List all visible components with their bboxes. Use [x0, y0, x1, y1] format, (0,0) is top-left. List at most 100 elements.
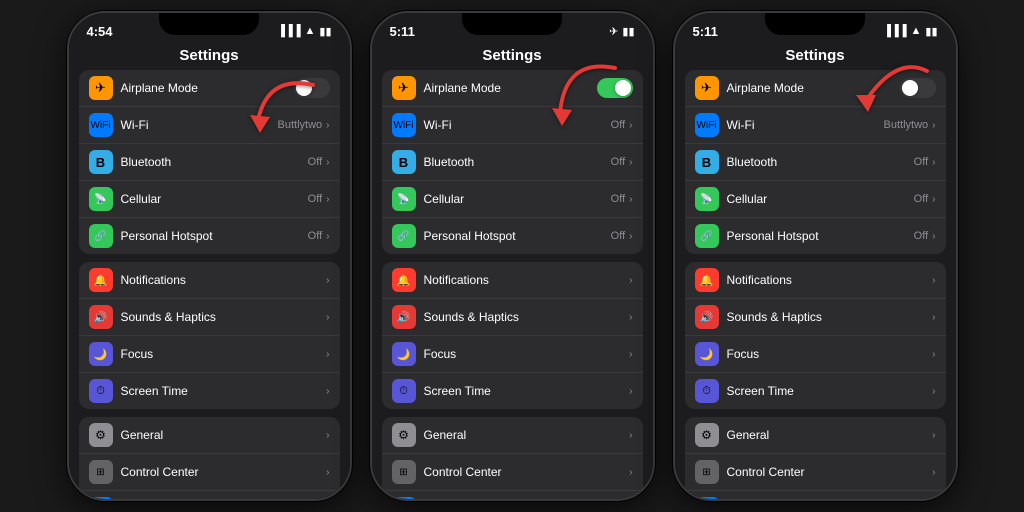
bluetooth-row-2[interactable]: B Bluetooth Off › — [382, 144, 643, 181]
phone-frame-2: 5:11 ✈ ▮▮ Settings ✈ Airplane Mode WiFi — [370, 11, 655, 501]
general-chevron-1: › — [326, 430, 329, 441]
notifications-icon-3: 🔔 — [695, 268, 719, 292]
general-row-2[interactable]: ⚙ General › — [382, 417, 643, 454]
controlcenter-row-1[interactable]: ⊞ Control Center › — [79, 454, 340, 491]
cellular-label-3: Cellular — [727, 192, 914, 206]
focus-row-2[interactable]: 🌙 Focus › — [382, 336, 643, 373]
hotspot-chevron-1: › — [326, 231, 329, 242]
wifi-label-2: Wi-Fi — [424, 118, 611, 132]
settings-list-3: ✈ Airplane Mode WiFi Wi-Fi Buttlytwo › B… — [675, 70, 956, 499]
wifi-label-1: Wi-Fi — [121, 118, 278, 132]
focus-icon-1: 🌙 — [89, 342, 113, 366]
focus-row-3[interactable]: 🌙 Focus › — [685, 336, 946, 373]
wifi-icon-1: ▲ — [305, 25, 316, 37]
wifi-icon-row-2: WiFi — [392, 113, 416, 137]
battery-icon-2: ▮▮ — [622, 25, 634, 38]
display-row-1[interactable]: AA Display & Brightness › — [79, 491, 340, 499]
screentime-chevron-1: › — [326, 386, 329, 397]
screen-3: 5:11 ▐▐▐ ▲ ▮▮ Settings ✈ Airplane Mode W… — [675, 13, 956, 499]
airplane-status-icon-2: ✈ — [609, 25, 618, 38]
screentime-row-2[interactable]: ⏱ Screen Time › — [382, 373, 643, 409]
focus-chevron-1: › — [326, 349, 329, 360]
notifications-row-2[interactable]: 🔔 Notifications › — [382, 262, 643, 299]
battery-icon-1: ▮▮ — [319, 25, 331, 38]
airplane-toggle-2[interactable] — [597, 78, 633, 98]
screentime-row-3[interactable]: ⏱ Screen Time › — [685, 373, 946, 409]
focus-row-1[interactable]: 🌙 Focus › — [79, 336, 340, 373]
hotspot-label-2: Personal Hotspot — [424, 229, 611, 243]
bluetooth-chevron-1: › — [326, 157, 329, 168]
wifi-chevron-3: › — [932, 120, 935, 131]
airplane-toggle-3[interactable] — [900, 78, 936, 98]
wifi-row-1[interactable]: WiFi Wi-Fi Buttlytwo › — [79, 107, 340, 144]
controlcenter-chevron-1: › — [326, 467, 329, 478]
display-row-2[interactable]: AA Display & Brightness › — [382, 491, 643, 499]
sounds-label-2: Sounds & Haptics — [424, 310, 630, 324]
signal-icon-1: ▐▐▐ — [277, 25, 300, 37]
screentime-icon-2: ⏱ — [392, 379, 416, 403]
screen-2: 5:11 ✈ ▮▮ Settings ✈ Airplane Mode WiFi — [372, 13, 653, 499]
notification-group-1: 🔔 Notifications › 🔊 Sounds & Haptics › 🌙… — [79, 262, 340, 409]
general-group-3: ⚙ General › ⊞ Control Center › AA Displa… — [685, 417, 946, 499]
display-row-3[interactable]: AA Display & Brightness › — [685, 491, 946, 499]
notifications-chevron-1: › — [326, 275, 329, 286]
cellular-row-3[interactable]: 📡 Cellular Off › — [685, 181, 946, 218]
screentime-chevron-3: › — [932, 386, 935, 397]
focus-chevron-2: › — [629, 349, 632, 360]
general-chevron-3: › — [932, 430, 935, 441]
sounds-chevron-1: › — [326, 312, 329, 323]
cellular-row-1[interactable]: 📡 Cellular Off › — [79, 181, 340, 218]
display-icon-3: AA — [695, 497, 719, 499]
notifications-row-3[interactable]: 🔔 Notifications › — [685, 262, 946, 299]
notifications-icon-2: 🔔 — [392, 268, 416, 292]
hotspot-row-1[interactable]: 🔗 Personal Hotspot Off › — [79, 218, 340, 254]
wifi-chevron-2: › — [629, 120, 632, 131]
cellular-icon-2: 📡 — [392, 187, 416, 211]
focus-label-2: Focus — [424, 347, 630, 361]
sounds-row-1[interactable]: 🔊 Sounds & Haptics › — [79, 299, 340, 336]
general-group-2: ⚙ General › ⊞ Control Center › AA Displa… — [382, 417, 643, 499]
wifi-row-3[interactable]: WiFi Wi-Fi Buttlytwo › — [685, 107, 946, 144]
bluetooth-chevron-2: › — [629, 157, 632, 168]
airplane-mode-row-3[interactable]: ✈ Airplane Mode — [685, 70, 946, 107]
hotspot-value-3: Off — [914, 230, 928, 242]
cellular-row-2[interactable]: 📡 Cellular Off › — [382, 181, 643, 218]
sounds-chevron-3: › — [932, 312, 935, 323]
airplane-toggle-1[interactable] — [294, 78, 330, 98]
notifications-label-1: Notifications — [121, 273, 327, 287]
hotspot-row-2[interactable]: 🔗 Personal Hotspot Off › — [382, 218, 643, 254]
controlcenter-row-3[interactable]: ⊞ Control Center › — [685, 454, 946, 491]
bluetooth-icon-1: B — [89, 150, 113, 174]
general-icon-1: ⚙ — [89, 423, 113, 447]
controlcenter-row-2[interactable]: ⊞ Control Center › — [382, 454, 643, 491]
cellular-icon-1: 📡 — [89, 187, 113, 211]
bluetooth-row-3[interactable]: B Bluetooth Off › — [685, 144, 946, 181]
phone-2: 5:11 ✈ ▮▮ Settings ✈ Airplane Mode WiFi — [370, 11, 655, 501]
controlcenter-label-1: Control Center — [121, 465, 327, 479]
airplane-mode-row-2[interactable]: ✈ Airplane Mode — [382, 70, 643, 107]
cellular-label-2: Cellular — [424, 192, 611, 206]
bluetooth-row-1[interactable]: B Bluetooth Off › — [79, 144, 340, 181]
screentime-row-1[interactable]: ⏱ Screen Time › — [79, 373, 340, 409]
notifications-row-1[interactable]: 🔔 Notifications › — [79, 262, 340, 299]
bluetooth-value-1: Off — [308, 156, 322, 168]
wifi-value-2: Off — [611, 119, 625, 131]
bluetooth-label-3: Bluetooth — [727, 155, 914, 169]
sounds-icon-1: 🔊 — [89, 305, 113, 329]
screentime-label-1: Screen Time — [121, 384, 327, 398]
airplane-mode-row-1[interactable]: ✈ Airplane Mode — [79, 70, 340, 107]
wifi-row-2[interactable]: WiFi Wi-Fi Off › — [382, 107, 643, 144]
phone-3: 5:11 ▐▐▐ ▲ ▮▮ Settings ✈ Airplane Mode W… — [673, 11, 958, 501]
notification-group-2: 🔔 Notifications › 🔊 Sounds & Haptics › 🌙… — [382, 262, 643, 409]
cellular-chevron-2: › — [629, 194, 632, 205]
general-row-3[interactable]: ⚙ General › — [685, 417, 946, 454]
controlcenter-icon-2: ⊞ — [392, 460, 416, 484]
controlcenter-label-3: Control Center — [727, 465, 933, 479]
general-label-1: General — [121, 428, 327, 442]
sounds-row-3[interactable]: 🔊 Sounds & Haptics › — [685, 299, 946, 336]
phone-1: 4:54 ▐▐▐ ▲ ▮▮ Settings ✈ Airplane Mode — [67, 11, 352, 501]
general-row-1[interactable]: ⚙ General › — [79, 417, 340, 454]
bluetooth-icon-3: B — [695, 150, 719, 174]
hotspot-row-3[interactable]: 🔗 Personal Hotspot Off › — [685, 218, 946, 254]
sounds-row-2[interactable]: 🔊 Sounds & Haptics › — [382, 299, 643, 336]
